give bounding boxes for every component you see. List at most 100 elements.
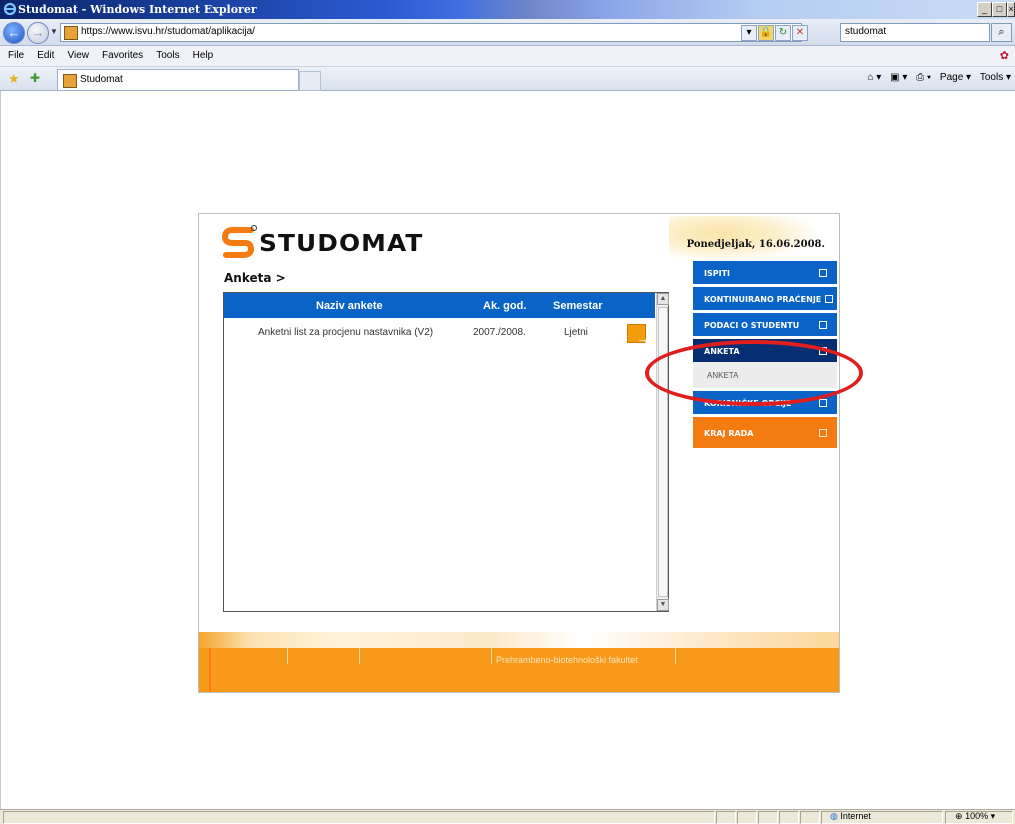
menu-tools[interactable]: Tools <box>151 46 184 66</box>
refresh-icon[interactable]: ↻ <box>775 25 791 41</box>
col-header-akgod: Ak. god. <box>483 300 527 312</box>
print-button[interactable]: ⎙ ▾ <box>916 72 931 83</box>
home-button[interactable]: ⌂ ▾ <box>867 72 881 83</box>
status-bar: ◍ Internet ⊕ 100% ▾ <box>0 809 1015 824</box>
window-titlebar[interactable]: Studomat - Windows Internet Explorer _ □… <box>0 0 1015 19</box>
expand-box-icon <box>819 399 827 407</box>
menu-bar: File Edit View Favorites Tools Help ✿ <box>0 46 1015 67</box>
expand-box-icon <box>819 269 827 277</box>
ie-logo-icon <box>3 2 17 16</box>
table-scrollbar[interactable]: ▲ ▼ <box>656 293 669 611</box>
table-header: Naziv ankete Ak. god. Semestar <box>224 293 655 318</box>
zoom-level: 100% <box>965 811 989 821</box>
security-lock-icon[interactable]: 🔒 <box>758 25 774 41</box>
status-text-cell <box>3 811 715 824</box>
footer-accent <box>209 648 211 692</box>
scroll-thumb[interactable] <box>658 307 668 597</box>
col-header-naziv: Naziv ankete <box>316 300 383 312</box>
zoom-control[interactable]: ⊕ 100% ▾ <box>955 811 995 822</box>
status-cell <box>737 811 757 824</box>
col-header-semestar: Semestar <box>553 300 603 312</box>
survey-table: Naziv ankete Ak. god. Semestar Anketni l… <box>223 292 669 612</box>
faculty-name: Prehrambeno-biotehnološki fakultet <box>496 655 638 665</box>
add-favorites-icon[interactable]: ✚ <box>30 71 40 85</box>
footer-decoration <box>199 632 839 648</box>
nav-label: KRAJ RADA <box>704 429 754 438</box>
address-dropdown-icon[interactable]: ▾ <box>741 25 757 41</box>
nav-label: PODACI O STUDENTU <box>704 321 800 330</box>
studomat-logo-icon <box>221 225 257 258</box>
security-zone: ◍ Internet <box>830 811 871 822</box>
search-input[interactable] <box>841 24 989 39</box>
footer-divider <box>491 648 492 664</box>
studomat-logo-text: STUDOMAT <box>259 231 424 257</box>
back-button[interactable]: ← <box>3 22 25 44</box>
tab-bar: ★ ✚ Studomat ⌂ ▾ ▣ ▾ ⎙ ▾ Page ▾ Tools ▾ <box>0 67 1015 91</box>
nav-item-ispiti[interactable]: ISPITI <box>693 261 837 284</box>
stop-icon[interactable]: ✕ <box>792 25 808 41</box>
tools-menu-button[interactable]: Tools ▾ <box>980 72 1011 83</box>
cell-naziv: Anketni list za procjenu nastavnika (V2) <box>258 327 434 338</box>
address-url[interactable]: https://www.isvu.hr/studomat/aplikacija/ <box>81 26 255 37</box>
favorites-star-icon[interactable]: ★ <box>8 71 20 87</box>
menu-favorites[interactable]: Favorites <box>97 46 148 66</box>
nav-item-kontinuirano[interactable]: KONTINUIRANO PRAĆENJE <box>693 287 837 310</box>
search-box[interactable] <box>840 23 990 42</box>
status-cell <box>779 811 799 824</box>
studomat-app: STUDOMAT Ponedjeljak, 16.06.2008. Anketa… <box>198 213 840 693</box>
forward-button[interactable]: → <box>27 22 49 44</box>
status-cell <box>716 811 736 824</box>
forward-arrow-icon: → <box>31 25 45 40</box>
footer-divider <box>287 648 288 664</box>
zoom-icon: ⊕ <box>955 811 963 821</box>
footer-divider <box>675 648 676 664</box>
expand-box-icon <box>819 321 827 329</box>
close-button[interactable]: × <box>1007 2 1015 17</box>
status-cell <box>758 811 778 824</box>
menu-file[interactable]: File <box>3 46 29 66</box>
breadcrumb: Anketa > <box>224 271 286 285</box>
red-highlight-ellipse <box>645 340 863 406</box>
search-icon: ⌕ <box>998 26 1005 38</box>
globe-icon: ◍ <box>830 811 838 821</box>
toolbar-extension-icon[interactable]: ✿ <box>1000 49 1009 62</box>
new-tab-button[interactable] <box>299 71 321 91</box>
status-cell <box>800 811 820 824</box>
minimize-button[interactable]: _ <box>977 2 992 17</box>
tab-label: Studomat <box>80 74 123 85</box>
menu-edit[interactable]: Edit <box>32 46 59 66</box>
command-bar: ⌂ ▾ ▣ ▾ ⎙ ▾ Page ▾ Tools ▾ <box>861 72 1011 83</box>
footer: Prehrambeno-biotehnološki fakultet <box>199 648 839 692</box>
window-title: Studomat - Windows Internet Explorer <box>18 3 257 16</box>
zoom-dropdown-icon: ▾ <box>990 811 996 821</box>
current-date: Ponedjeljak, 16.06.2008. <box>686 239 825 250</box>
maximize-button[interactable]: □ <box>992 2 1007 17</box>
expand-box-icon <box>825 295 833 303</box>
zone-label: Internet <box>840 811 871 821</box>
site-favicon-icon <box>64 26 78 40</box>
page-menu-button[interactable]: Page ▾ <box>940 72 971 83</box>
tab-studomat[interactable]: Studomat <box>57 69 299 90</box>
footer-divider <box>359 648 360 664</box>
open-survey-button[interactable]: → <box>627 324 650 346</box>
nav-label: KONTINUIRANO PRAĆENJE <box>704 295 822 304</box>
cell-semestar: Ljetni <box>564 327 588 338</box>
menu-view[interactable]: View <box>62 46 94 66</box>
table-row: Anketni list za procjenu nastavnika (V2)… <box>224 321 655 346</box>
menu-help[interactable]: Help <box>188 46 219 66</box>
feeds-button[interactable]: ▣ ▾ <box>890 72 907 83</box>
address-toolbar: ← → ▼ https://www.isvu.hr/studomat/aplik… <box>0 19 1015 46</box>
scroll-up-button[interactable]: ▲ <box>657 293 669 305</box>
scroll-down-button[interactable]: ▼ <box>657 599 669 611</box>
nav-label: ISPITI <box>704 269 731 278</box>
search-button[interactable]: ⌕ <box>991 23 1012 42</box>
address-field[interactable]: https://www.isvu.hr/studomat/aplikacija/… <box>60 23 808 42</box>
back-arrow-icon: ← <box>7 25 21 40</box>
cell-akgod: 2007./2008. <box>473 327 526 338</box>
nav-item-kraj-rada[interactable]: KRAJ RADA <box>693 417 837 448</box>
tab-favicon-icon <box>63 74 77 88</box>
nav-item-podaci[interactable]: PODACI O STUDENTU <box>693 313 837 336</box>
logout-box-icon <box>819 429 827 437</box>
arrow-right-icon: → <box>636 331 650 346</box>
history-dropdown-icon[interactable]: ▼ <box>50 27 58 36</box>
